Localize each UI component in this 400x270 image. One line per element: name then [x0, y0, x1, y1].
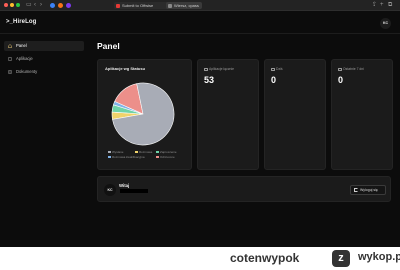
stat-value: 0	[271, 75, 277, 85]
sidebar-item-label: Aplikacje	[16, 56, 33, 61]
logout-label: Wyloguj się	[360, 188, 378, 192]
back-arrow-icon[interactable]: ‹	[34, 1, 36, 10]
stat-card-total: Aplikacje łącznie 53	[197, 59, 259, 170]
new-tab-icon[interactable]: +	[380, 1, 384, 10]
legend-swatch	[135, 150, 138, 154]
app-header: >_HireLog KC	[0, 12, 400, 34]
minimize-window-dot[interactable]	[10, 3, 14, 7]
tab-label: Wiersz, cpass	[174, 3, 199, 8]
app-favicon-icon[interactable]	[50, 3, 55, 8]
youtube-icon	[116, 3, 120, 8]
legend-swatch	[156, 155, 159, 159]
status-pie-chart	[111, 82, 175, 146]
stat-value: 53	[204, 75, 215, 85]
legend-item[interactable]: Rozmowa kwalifikacyjna	[108, 155, 145, 159]
page-icon	[168, 3, 172, 8]
extension-favicon-icon[interactable]	[66, 3, 71, 8]
legend-label: Wysłane	[112, 150, 124, 154]
browser-toolbar: ▭ ‹ › Submit to Offwise Wiersz, cpass ⇪ …	[0, 0, 400, 11]
sidebar: Panel Aplikacje Dokumenty	[0, 35, 88, 247]
watermark-brand: wykop.pl	[358, 251, 400, 263]
sidebar-item-label: Panel	[16, 43, 27, 48]
stat-label: Aplikacje łącznie	[209, 67, 235, 71]
watermark-username: cotenwypok	[230, 251, 300, 265]
wykop-logo-icon: z	[332, 250, 350, 267]
sidebar-item-panel[interactable]: Panel	[4, 41, 84, 51]
browser-favicon-icon[interactable]	[58, 3, 63, 8]
sidebar-toggle-icon[interactable]: ▭	[26, 1, 32, 10]
legend-item[interactable]: Zaproszenie	[156, 150, 177, 154]
sidebar-item-aplikacje[interactable]: Aplikacje	[4, 54, 84, 64]
watermark: cotenwypok z wykop.pl	[220, 248, 400, 270]
legend-label: Zaproszenie	[160, 150, 177, 154]
tab-label: Submit to Offwise	[122, 3, 154, 8]
stat-label: Ostatnie 7 dni	[343, 67, 364, 71]
user-avatar: KC	[104, 184, 116, 196]
legend-label: Rozmowa	[139, 150, 153, 154]
trend-icon	[338, 67, 342, 71]
close-window-dot[interactable]	[4, 3, 8, 7]
legend-swatch	[108, 150, 111, 154]
page-title: Panel	[97, 41, 120, 51]
stat-card-last-7-days: Ostatnie 7 dni 0	[331, 59, 393, 170]
stat-card-today: Dziś 0	[264, 59, 326, 170]
chart-title: Aplikacje wg Statusu	[105, 66, 146, 71]
calendar-icon	[271, 67, 275, 71]
logout-icon	[354, 188, 358, 192]
user-email-redacted	[119, 189, 148, 194]
browser-window: ▭ ‹ › Submit to Offwise Wiersz, cpass ⇪ …	[0, 0, 400, 247]
browser-tab-2[interactable]: Wiersz, cpass	[166, 2, 202, 9]
legend-item[interactable]: Rozmowa	[135, 150, 152, 154]
legend-swatch	[108, 155, 111, 159]
user-avatar[interactable]: KC	[380, 18, 391, 29]
legend-label: Rozmowa kwalifikacyjna	[112, 155, 145, 159]
file-icon	[204, 67, 208, 71]
stat-value: 0	[338, 75, 344, 85]
legend-item[interactable]: Odrzucone	[156, 155, 175, 159]
sidebar-item-label: Dokumenty	[16, 69, 38, 74]
tab-overview-icon[interactable]: ⧉	[388, 1, 392, 10]
maximize-window-dot[interactable]	[16, 3, 20, 7]
forward-arrow-icon[interactable]: ›	[40, 1, 42, 10]
share-icon[interactable]: ⇪	[372, 1, 377, 10]
stat-label: Dziś	[276, 67, 283, 71]
legend-swatch	[156, 150, 159, 154]
user-card: KC Witaj Wyloguj się	[97, 176, 391, 202]
welcome-text: Witaj	[119, 183, 130, 188]
document-icon	[8, 70, 12, 74]
home-icon	[8, 44, 12, 48]
logout-button[interactable]: Wyloguj się	[350, 185, 386, 195]
app-logo[interactable]: >_HireLog	[6, 19, 36, 25]
legend-label: Odrzucone	[160, 155, 175, 159]
redaction-bar	[120, 189, 148, 194]
sidebar-item-dokumenty[interactable]: Dokumenty	[4, 67, 84, 77]
legend-item[interactable]: Wysłane	[108, 150, 123, 154]
status-chart-card: Aplikacje wg Statusu Wysłane Rozmowa Zapro…	[97, 59, 192, 170]
file-icon	[8, 57, 12, 61]
